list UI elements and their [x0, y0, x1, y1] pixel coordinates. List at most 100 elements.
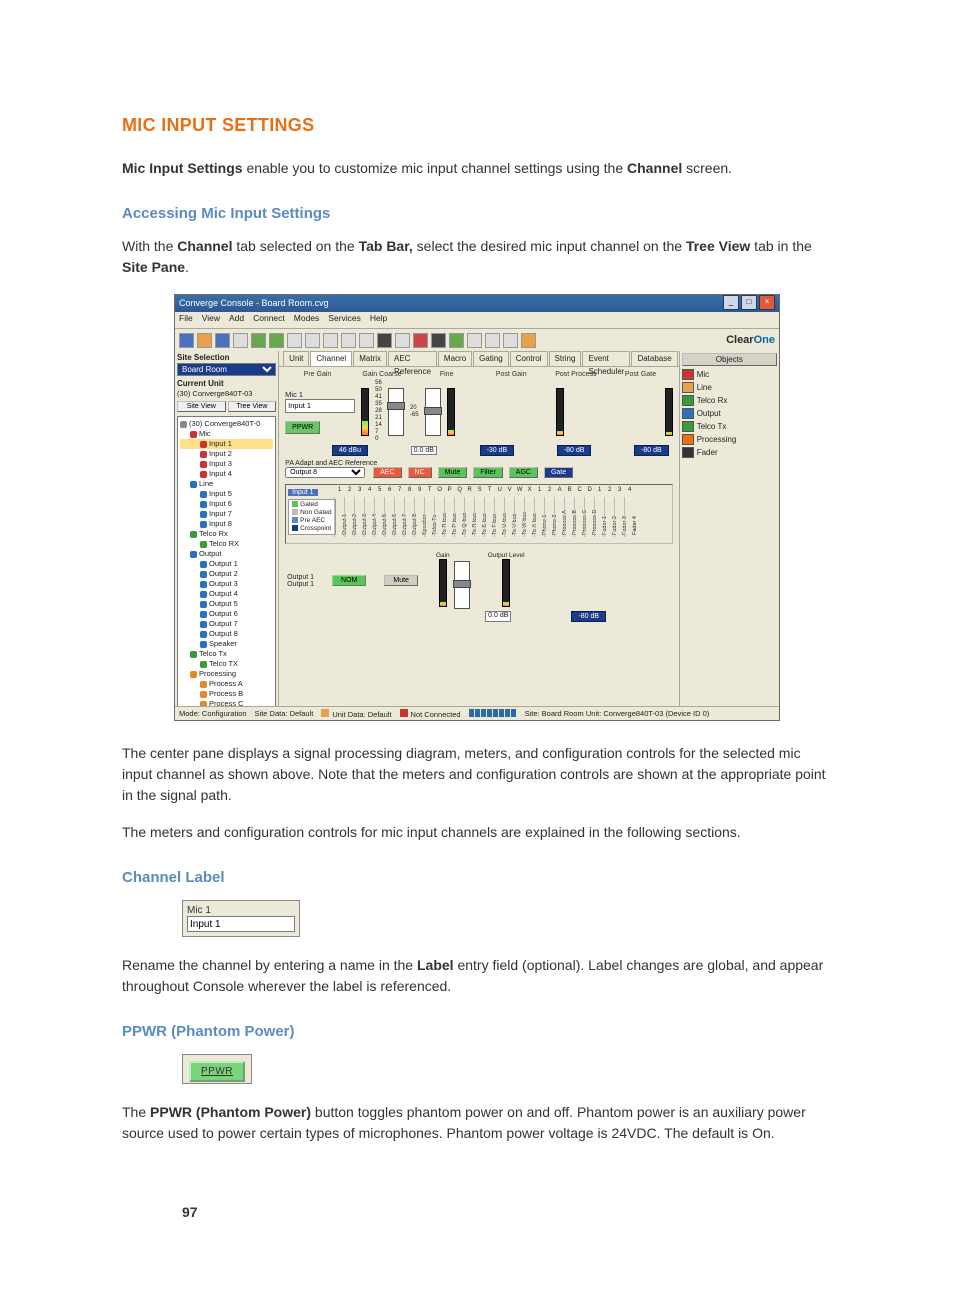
tree-item[interactable]: Output — [180, 549, 273, 559]
matrix-column[interactable]: RTo R-bus — [464, 497, 474, 537]
toolbar-icon[interactable] — [395, 333, 410, 348]
matrix-column[interactable]: WTo W-bus — [514, 497, 524, 537]
site-view-tab[interactable]: Site View — [177, 401, 226, 412]
object-item[interactable]: Telco Rx — [682, 395, 777, 406]
toolbar-icon[interactable] — [503, 333, 518, 348]
matrix-column[interactable]: 1Fader 1 — [594, 497, 604, 537]
fine-gain-spinner[interactable]: 0.0 dB — [411, 446, 437, 455]
toolbar-icon[interactable] — [197, 333, 212, 348]
matrix-column[interactable]: 1Output 1 — [334, 497, 344, 537]
tree-item[interactable]: Input 1 — [180, 439, 273, 449]
matrix-column[interactable]: 2Phone 2 — [544, 497, 554, 537]
tree-item[interactable]: Output 7 — [180, 619, 273, 629]
filter-button[interactable]: Filter — [473, 467, 503, 478]
tab-gating[interactable]: Gating — [473, 351, 509, 366]
matrix-column[interactable]: 4Fader 4 — [624, 497, 634, 537]
menu-item[interactable]: File — [179, 313, 193, 323]
matrix-column[interactable]: CProcess C — [574, 497, 584, 537]
toolbar-icon[interactable] — [323, 333, 338, 348]
matrix-column[interactable]: 3Fader 3 — [614, 497, 624, 537]
matrix-grid[interactable]: 1Output 12Output 23Output 34Output 45Out… — [334, 497, 668, 537]
tab-aec-reference[interactable]: AEC Reference — [388, 351, 437, 366]
menu-item[interactable]: Modes — [294, 313, 320, 323]
menu-item[interactable]: Add — [229, 313, 244, 323]
menu-item[interactable]: Help — [370, 313, 387, 323]
matrix-column[interactable]: 1Phone 1 — [534, 497, 544, 537]
toolbar-icon[interactable] — [377, 333, 392, 348]
matrix-column[interactable]: VTo V-bus — [504, 497, 514, 537]
tree-view[interactable]: (30) Converge840T-0MicInput 1Input 2 Inpu… — [177, 416, 276, 707]
matrix-column[interactable]: 8Output 8 — [404, 497, 414, 537]
tree-item[interactable]: Mic — [180, 429, 273, 439]
tree-item[interactable]: Process B — [180, 689, 273, 699]
tree-item[interactable]: Input 7 — [180, 509, 273, 519]
tree-item[interactable]: Telco Tx — [180, 649, 273, 659]
nc-button[interactable]: NC — [408, 467, 432, 478]
ppwr-button-sample[interactable]: PPWR — [189, 1061, 245, 1082]
tree-item[interactable]: Input 2 — [180, 449, 273, 459]
tab-unit[interactable]: Unit — [283, 351, 309, 366]
matrix-column[interactable]: PTo P-bus — [444, 497, 454, 537]
matrix-column[interactable]: 5Output 5 — [374, 497, 384, 537]
object-item[interactable]: Fader — [682, 447, 777, 458]
tree-item[interactable]: Output 8 — [180, 629, 273, 639]
toolbar-icon[interactable] — [251, 333, 266, 348]
tree-item[interactable]: Output 1 — [180, 559, 273, 569]
toolbar-icon[interactable] — [341, 333, 356, 348]
nom-button[interactable]: NOM — [332, 575, 366, 586]
matrix-column[interactable]: 2Output 2 — [344, 497, 354, 537]
tree-item[interactable]: Output 2 — [180, 569, 273, 579]
matrix-column[interactable]: 3Output 3 — [354, 497, 364, 537]
output-gain-spinner[interactable]: 0.0 dB — [485, 611, 511, 622]
tree-item[interactable]: Telco TX — [180, 659, 273, 669]
menu-item[interactable]: Connect — [253, 313, 285, 323]
coarse-gain-slider[interactable] — [388, 388, 404, 436]
tab-macro[interactable]: Macro — [438, 351, 472, 366]
tree-item[interactable]: Process A — [180, 679, 273, 689]
object-item[interactable]: Mic — [682, 369, 777, 380]
tree-item[interactable]: Input 8 — [180, 519, 273, 529]
tree-item[interactable]: (30) Converge840T-0 — [180, 419, 273, 429]
agc-button[interactable]: AGC — [509, 467, 538, 478]
tree-item[interactable]: Line — [180, 479, 273, 489]
matrix-column[interactable]: BProcess B — [564, 497, 574, 537]
matrix-column[interactable]: 6Output 6 — [384, 497, 394, 537]
object-item[interactable]: Output — [682, 408, 777, 419]
matrix-column[interactable]: QTo Q-bus — [454, 497, 464, 537]
toolbar-icon[interactable] — [233, 333, 248, 348]
toolbar-icon[interactable] — [413, 333, 428, 348]
menu-item[interactable]: Services — [328, 313, 361, 323]
matrix-column[interactable]: 7Output 7 — [394, 497, 404, 537]
gate-button[interactable]: Gate — [544, 467, 573, 478]
tree-item[interactable]: Output 6 — [180, 609, 273, 619]
toolbar-icon[interactable] — [305, 333, 320, 348]
matrix-column[interactable]: XTo X-bus — [524, 497, 534, 537]
pa-ref-dropdown[interactable]: Output 8 — [285, 467, 365, 478]
output-gain-slider[interactable] — [454, 561, 470, 609]
toolbar-icon[interactable] — [269, 333, 284, 348]
tree-item[interactable]: Input 4 — [180, 469, 273, 479]
tree-item[interactable]: Output 4 — [180, 589, 273, 599]
tab-event-scheduler[interactable]: Event Scheduler — [582, 351, 630, 366]
tree-item[interactable]: Input 5 — [180, 489, 273, 499]
tree-item[interactable]: Output 3 — [180, 579, 273, 589]
menu-item[interactable]: View — [202, 313, 220, 323]
toolbar-icon[interactable] — [215, 333, 230, 348]
tab-string[interactable]: String — [549, 351, 582, 366]
object-item[interactable]: Processing — [682, 434, 777, 445]
mute-button[interactable]: Mute — [438, 467, 468, 478]
tree-item[interactable]: Telco RX — [180, 539, 273, 549]
channel-label-input[interactable] — [285, 399, 355, 413]
toolbar-icon[interactable] — [287, 333, 302, 348]
matrix-column[interactable]: UTo U-bus — [494, 497, 504, 537]
matrix-column[interactable]: STo S-bus — [474, 497, 484, 537]
tab-matrix[interactable]: Matrix — [353, 351, 387, 366]
close-button[interactable]: × — [759, 295, 775, 310]
tree-item[interactable]: Telco Rx — [180, 529, 273, 539]
toolbar-icon[interactable] — [485, 333, 500, 348]
tab-channel[interactable]: Channel — [310, 351, 352, 366]
tree-item[interactable]: Output 5 — [180, 599, 273, 609]
tab-database[interactable]: Database — [631, 351, 677, 366]
tree-view-tab[interactable]: Tree View — [228, 401, 277, 412]
matrix-column[interactable]: AProcess A — [554, 497, 564, 537]
